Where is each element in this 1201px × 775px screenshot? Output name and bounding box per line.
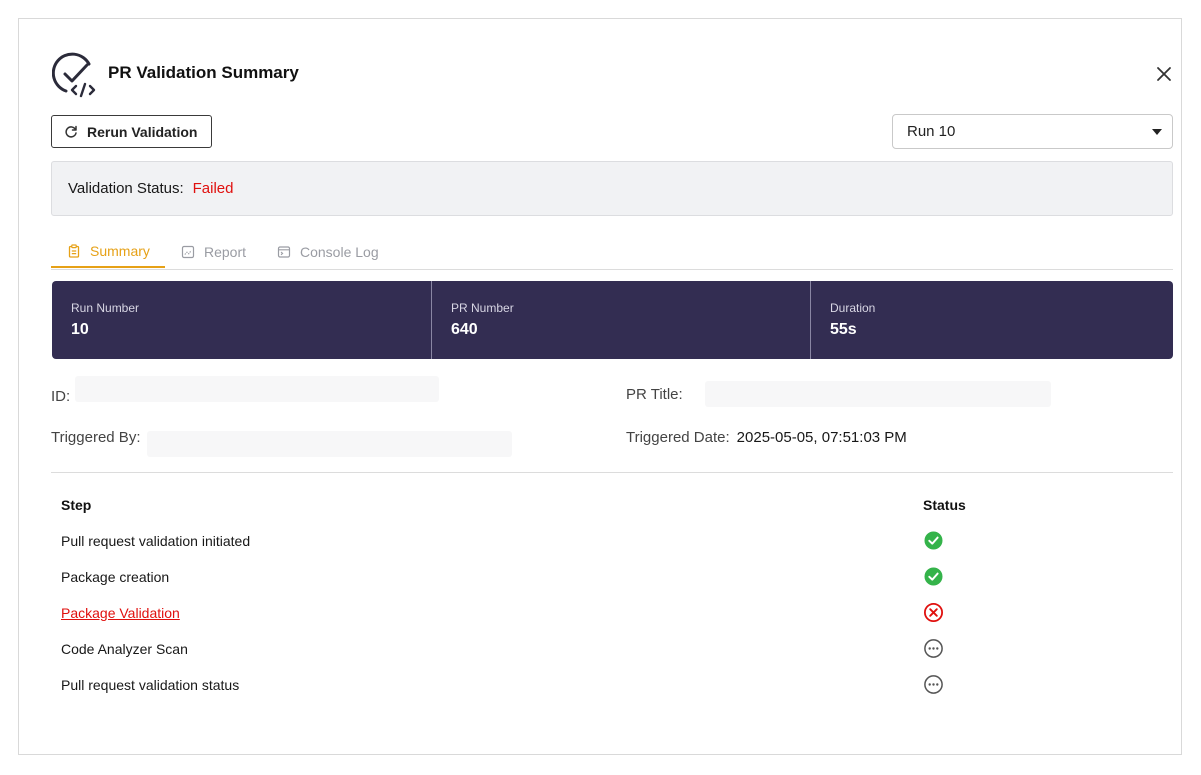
redacted-triggered-by-value <box>147 431 512 457</box>
divider <box>51 472 1173 473</box>
error-circle-icon <box>923 602 944 623</box>
metric-label: Duration <box>830 301 876 315</box>
pr-title-label: PR Title: <box>626 386 683 403</box>
tab-summary[interactable]: Summary <box>51 235 165 268</box>
more-dots-circle-icon <box>924 639 943 658</box>
triggered-by-field: Triggered By: <box>51 429 140 446</box>
run-metrics-bar: Run Number 10 PR Number 640 Duration 55s <box>52 281 1173 359</box>
metric-pr-number: PR Number 640 <box>431 281 810 359</box>
code-check-logo-icon <box>51 52 98 98</box>
id-label: ID: <box>51 388 71 405</box>
run-select[interactable]: Run 10 <box>892 114 1173 149</box>
validation-status-label: Validation Status: <box>68 180 184 197</box>
metric-value: 55s <box>830 321 857 338</box>
check-circle-icon <box>924 567 943 586</box>
close-icon[interactable] <box>1153 63 1175 85</box>
triggered-date-label: Triggered Date: <box>626 429 730 446</box>
refresh-icon <box>65 125 77 138</box>
rerun-validation-label: Rerun Validation <box>87 123 198 140</box>
clipboard-icon <box>68 243 80 258</box>
redacted-pr-title-value <box>705 381 1051 407</box>
check-circle-icon <box>924 531 943 550</box>
pr-title-field: PR Title: <box>626 386 683 403</box>
step-name: Package creation <box>61 569 170 585</box>
metric-value: 640 <box>451 321 478 338</box>
id-field: ID: <box>51 388 70 405</box>
report-icon <box>181 245 195 258</box>
more-dots-circle-icon <box>924 675 943 694</box>
triggered-by-label: Triggered By: <box>51 429 141 446</box>
status-column-header: Status <box>923 497 966 513</box>
step-name: Pull request validation initiated <box>61 533 251 549</box>
tab-summary-label: Summary <box>90 242 150 259</box>
metric-label: Run Number <box>71 301 140 315</box>
metric-value: 10 <box>71 321 89 338</box>
pr-validation-modal: PR Validation Summary Rerun Validation R… <box>18 18 1182 755</box>
metric-run-number: Run Number 10 <box>52 281 431 359</box>
package-validation-link[interactable]: Package Validation <box>61 605 180 621</box>
run-select-value: Run 10 <box>907 123 956 140</box>
caret-down-icon <box>1152 129 1162 135</box>
metric-label: PR Number <box>451 301 514 315</box>
tab-bar: Summary Report Console Log <box>51 235 1173 270</box>
step-name: Pull request validation status <box>61 677 240 693</box>
step-name: Code Analyzer Scan <box>61 641 188 657</box>
rerun-validation-button[interactable]: Rerun Validation <box>51 115 212 148</box>
redacted-id-value <box>75 376 439 402</box>
tab-report-label: Report <box>204 243 247 260</box>
tab-console-log[interactable]: Console Log <box>277 235 379 268</box>
tab-report[interactable]: Report <box>181 235 246 268</box>
step-column-header: Step <box>61 497 92 513</box>
validation-status-value: Failed <box>192 180 234 197</box>
triggered-date-value: 2025-05-05, 07:51:03 PM <box>736 429 907 446</box>
tab-console-log-label: Console Log <box>300 243 379 260</box>
metric-duration: Duration 55s <box>810 281 1173 359</box>
terminal-icon <box>277 245 291 258</box>
validation-status-banner: Validation Status: Failed <box>51 161 1173 216</box>
modal-title: PR Validation Summary <box>108 63 299 82</box>
triggered-date-field: Triggered Date: 2025-05-05, 07:51:03 PM <box>626 429 907 446</box>
